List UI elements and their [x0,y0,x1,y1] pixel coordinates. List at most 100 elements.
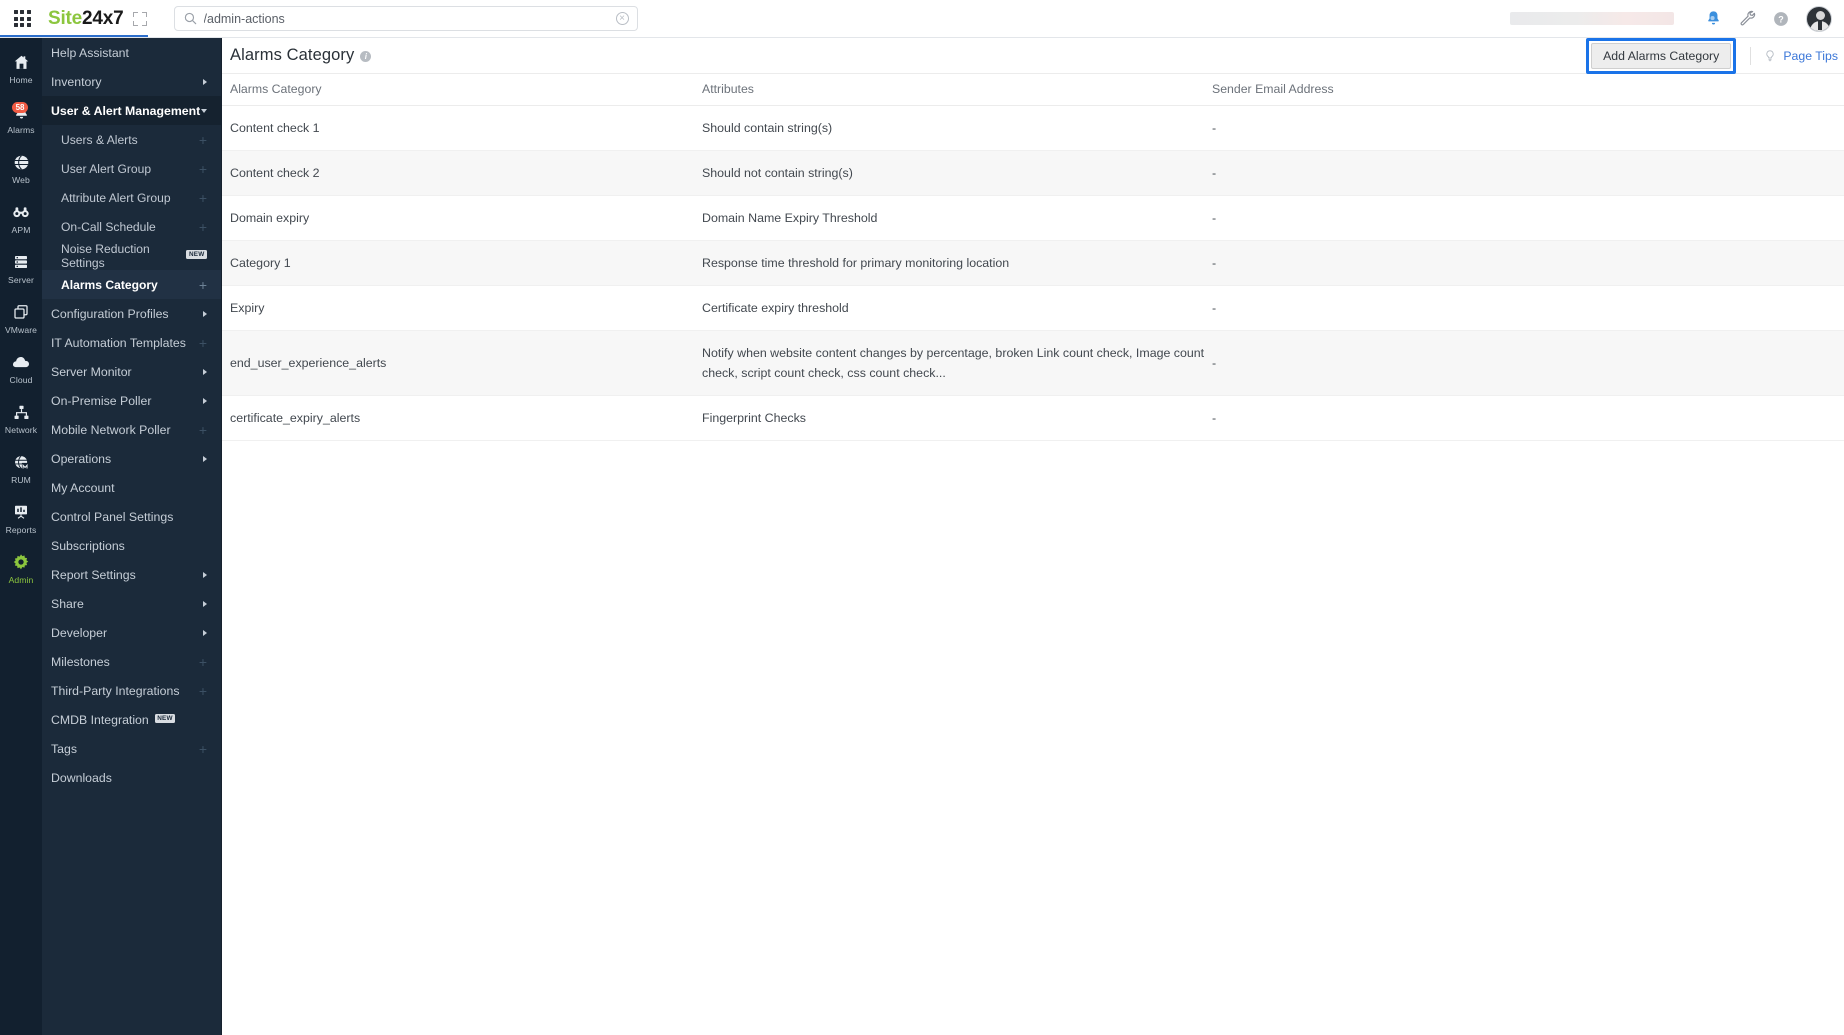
help-question-icon[interactable]: ? [1764,0,1798,38]
subnav-item-tags[interactable]: Tags + [42,734,221,763]
subnav-item-it-automation-templates[interactable]: IT Automation Templates + [42,328,221,357]
subnav-item-milestones[interactable]: Milestones + [42,647,221,676]
rail-item-server[interactable]: Server [0,246,42,289]
subnav-item-help-assistant[interactable]: Help Assistant [42,38,221,67]
subnav-item-attribute-alert-group[interactable]: Attribute Alert Group + [42,183,221,212]
table-row[interactable]: Content check 1 Should contain string(s) - [222,105,1844,151]
subnav-item-label: On-Call Schedule [61,219,156,234]
table-row[interactable]: certificate_expiry_alerts Fingerprint Che… [222,395,1844,441]
subnav-item-user-alert-management[interactable]: User & Alert Management [42,96,221,125]
cloud-icon [11,352,31,372]
svg-text:?: ? [1778,14,1784,24]
cell-sender-email-address: - [1212,285,1844,331]
plus-icon[interactable]: + [199,655,207,669]
subnav-item-downloads[interactable]: Downloads [42,763,221,792]
subnav-item-inventory[interactable]: Inventory [42,67,221,96]
plus-icon[interactable]: + [199,278,207,292]
plus-icon[interactable]: + [199,220,207,234]
subnav-item-alarms-category[interactable]: Alarms Category + [42,270,221,299]
rail-item-reports[interactable]: Reports [0,496,42,539]
cell-alarms-category: end_user_experience_alerts [222,330,702,396]
subnav-item-label: Milestones [51,654,110,669]
subnav-item-label: My Account [51,480,115,495]
cell-attributes: Certificate expiry threshold [702,285,1212,331]
rail-label: APM [11,225,31,235]
subnav-item-noise-reduction-settings[interactable]: Noise Reduction Settings NEW [42,241,221,270]
column-header-sender-email-address[interactable]: Sender Email Address [1212,74,1844,106]
search-input[interactable] [203,11,584,26]
subnav-item-server-monitor[interactable]: Server Monitor [42,357,221,386]
plus-icon[interactable]: + [199,684,207,698]
add-alarms-category-button[interactable]: Add Alarms Category [1591,42,1732,69]
column-header-alarms-category[interactable]: Alarms Category [222,74,702,106]
rail-item-alarms[interactable]: 58 Alarms [0,96,42,139]
subnav-item-label: Users & Alerts [61,132,138,147]
user-avatar[interactable] [1806,5,1832,32]
brand-logo[interactable]: Site24x7 [48,8,124,30]
brand-prefix: Site [48,7,83,29]
table-row[interactable]: Content check 2 Should not contain string… [222,150,1844,196]
subnav-item-user-alert-group[interactable]: User Alert Group + [42,154,221,183]
plus-icon[interactable]: + [199,133,207,147]
clear-search-icon[interactable]: × [615,12,629,25]
plus-icon[interactable]: + [199,191,207,205]
table-row[interactable]: Expiry Certificate expiry threshold - [222,285,1844,331]
rail-item-apm[interactable]: APM [0,196,42,239]
table-row[interactable]: end_user_experience_alerts Notify when we… [222,330,1844,396]
cell-attributes: Should contain string(s) [702,105,1212,151]
plus-icon[interactable]: + [199,742,207,756]
chevron-down-icon [201,108,207,113]
subnav-item-label: Control Panel Settings [51,509,174,524]
notifications-bell-icon[interactable] [1696,0,1730,38]
rail-item-admin[interactable]: Admin [0,546,42,589]
tools-wrench-icon[interactable] [1730,0,1764,38]
subnav-item-my-account[interactable]: My Account [42,473,221,502]
rail-item-cloud[interactable]: Cloud [0,346,42,389]
apm-binoculars-icon [11,202,31,222]
plus-icon[interactable]: + [199,162,207,176]
plus-icon[interactable]: + [199,336,207,350]
rail-label: Home [9,75,33,85]
subnav-item-subscriptions[interactable]: Subscriptions [42,531,221,560]
table-row[interactable]: Domain expiry Domain Name Expiry Threshol… [222,195,1844,241]
cell-sender-email-address: - [1212,105,1844,151]
subnav-item-label: Third-Party Integrations [51,683,180,698]
global-search[interactable]: × [173,6,638,31]
subnav-item-cmdb-integration[interactable]: CMDB Integration NEW [42,705,221,734]
cell-sender-email-address: - [1212,330,1844,396]
rail-item-vmware[interactable]: VMware [0,296,42,339]
page-tips-button[interactable]: Page Tips [1763,49,1838,63]
expand-fullscreen-icon[interactable] [132,11,147,26]
chevron-right-icon [203,571,207,578]
subnav-item-users-alerts[interactable]: Users & Alerts + [42,125,221,154]
column-header-attributes[interactable]: Attributes [702,74,1212,106]
subnav-item-configuration-profiles[interactable]: Configuration Profiles [42,299,221,328]
subnav-item-report-settings[interactable]: Report Settings [42,560,221,589]
subnav-item-share[interactable]: Share [42,589,221,618]
redacted-account-label [1510,12,1674,25]
subnav-item-developer[interactable]: Developer [42,618,221,647]
subnav-item-control-panel-settings[interactable]: Control Panel Settings [42,502,221,531]
subnav-item-on-premise-poller[interactable]: On-Premise Poller [42,386,221,415]
apps-grid-icon[interactable] [0,10,44,27]
subnav-item-third-party-integrations[interactable]: Third-Party Integrations + [42,676,221,705]
rail-item-rum[interactable]: RUM [0,446,42,489]
rail-item-home[interactable]: Home [0,46,42,89]
plus-icon[interactable]: + [199,423,207,437]
cell-alarms-category: Domain expiry [222,195,702,241]
chevron-right-icon [203,629,207,636]
table-row[interactable]: Category 1 Response time threshold for pr… [222,240,1844,286]
subnav-item-label: Operations [51,451,112,466]
rail-item-network[interactable]: Network [0,396,42,439]
subnav-item-mobile-network-poller[interactable]: Mobile Network Poller + [42,415,221,444]
alarms-category-table: Alarms Category Attributes Sender Email … [222,74,1844,441]
cell-alarms-category: Content check 2 [222,150,702,196]
subnav-item-operations[interactable]: Operations [42,444,221,473]
rail-label: VMware [4,325,38,335]
main-content: Alarms Category i Add Alarms Category Pa… [222,38,1844,1035]
info-icon[interactable]: i [360,51,372,62]
subnav-item-label: Tags [51,741,77,756]
subnav-item-on-call-schedule[interactable]: On-Call Schedule + [42,212,221,241]
secondary-nav: Help Assistant Inventory User & Alert Mana… [42,38,222,1035]
rail-item-web[interactable]: Web [0,146,42,189]
